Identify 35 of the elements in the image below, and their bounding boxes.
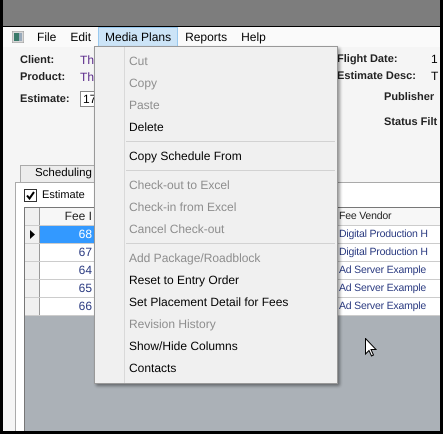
field-value: T	[431, 68, 438, 82]
menu-item[interactable]: Edit	[63, 27, 98, 47]
field-label: Publisher	[384, 90, 434, 102]
menu-item[interactable]: Media Plans	[98, 27, 178, 47]
field-label: Product:	[20, 70, 66, 82]
menu-item[interactable]: Help	[234, 27, 273, 47]
checkbox[interactable]	[24, 188, 37, 202]
menu-item[interactable]: Set Placement Detail for Fees	[95, 291, 337, 313]
menu-item[interactable]: Reset to Entry Order	[95, 269, 337, 291]
current-row-icon	[30, 230, 34, 239]
field-label: Client:	[20, 54, 56, 66]
field-label: Estimate:	[20, 93, 71, 105]
field-label: Estimate Desc:	[337, 70, 417, 82]
app-icon[interactable]	[12, 31, 24, 43]
table-cell-text: Digital Production H	[338, 245, 429, 260]
table-cell: 68	[40, 226, 97, 243]
menu-item[interactable]: Show/Hide Columns	[95, 335, 337, 357]
field-value: Th	[80, 52, 94, 66]
field-label: Status Filt	[384, 116, 438, 128]
row-header[interactable]	[25, 226, 40, 243]
menu-item[interactable]: Delete	[95, 116, 337, 138]
menu-item[interactable]: Copy Schedule From	[95, 145, 337, 167]
menu-item[interactable]: Contacts	[95, 357, 337, 379]
table-cell-text: Ad Server Example	[338, 281, 428, 296]
table-cell-text: Ad Server Example	[338, 263, 428, 278]
field-value: 1	[431, 52, 438, 66]
field-label: Flight Date:	[337, 52, 398, 64]
table-cell-text: Digital Production H	[338, 227, 429, 242]
field-value: Th	[80, 70, 94, 84]
column-header[interactable]: Fee Vendor	[337, 208, 440, 225]
menu-item[interactable]: Reports	[178, 27, 234, 47]
menu-item[interactable]: File	[30, 27, 64, 47]
checkbox-label: Estimate	[42, 189, 85, 201]
table-cell-text: Ad Server Example	[338, 299, 428, 314]
mouse-pointer-icon	[365, 338, 377, 357]
